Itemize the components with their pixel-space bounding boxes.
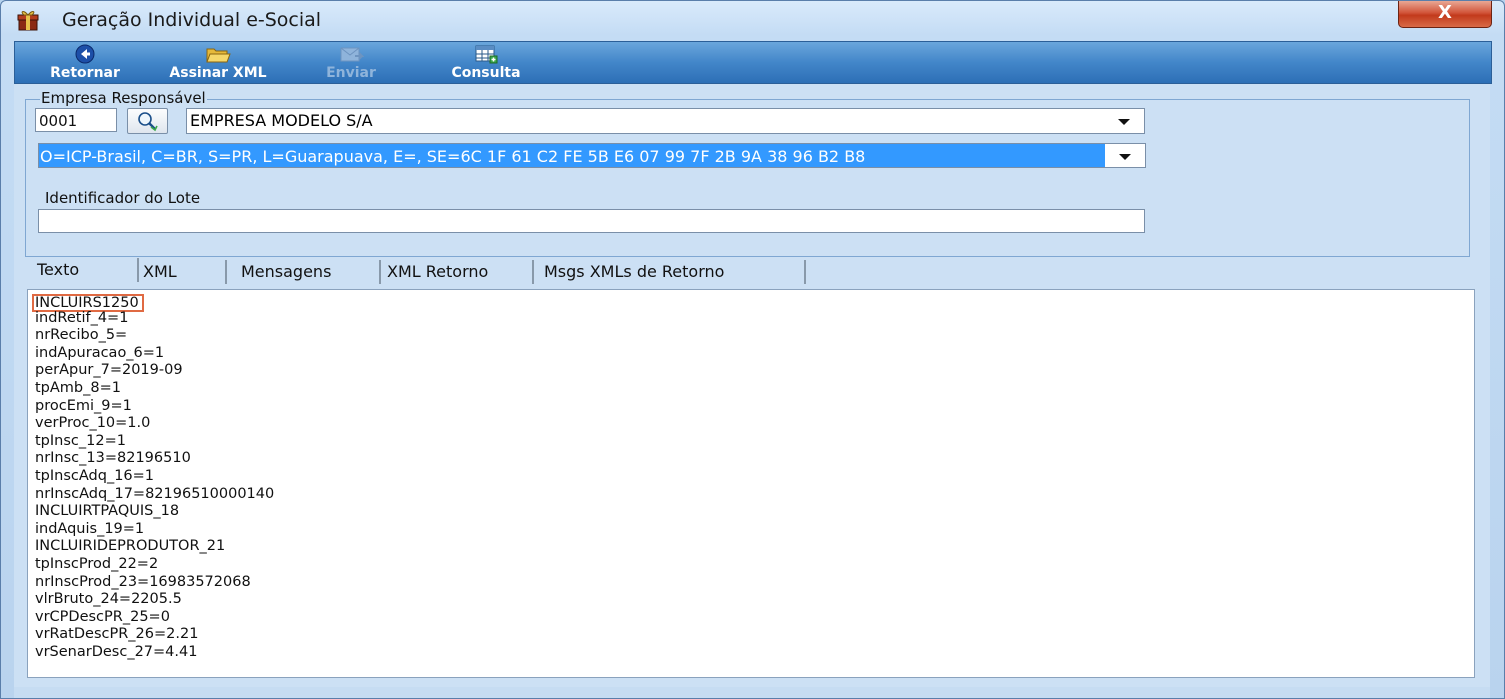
editor-line: indRetif_4=1 bbox=[35, 309, 129, 326]
empresa-group-legend: Empresa Responsável bbox=[40, 89, 207, 107]
tab-label: XML Retorno bbox=[387, 262, 489, 281]
tab-label: Texto bbox=[37, 260, 80, 279]
tab-msgs-xmls-retorno[interactable]: Msgs XMLs de Retorno bbox=[536, 260, 806, 284]
consulta-button[interactable]: Consulta bbox=[440, 44, 532, 82]
tab-label: Mensagens bbox=[241, 262, 332, 281]
editor-line: nrInscAdq_17=82196510000140 bbox=[35, 485, 275, 502]
chevron-down-icon[interactable] bbox=[1106, 109, 1144, 133]
certificate-select[interactable]: O=ICP-Brasil, C=BR, S=PR, L=Guarapuava, … bbox=[38, 143, 1146, 168]
editor-line: nrInsc_13=82196510 bbox=[35, 450, 191, 467]
tab-xml[interactable]: XML bbox=[137, 260, 227, 284]
lote-label: Identificador do Lote bbox=[45, 189, 201, 207]
editor-line: tpInsc_12=1 bbox=[35, 432, 126, 449]
consulta-label: Consulta bbox=[451, 65, 521, 81]
editor-line: verProc_10=1.0 bbox=[35, 415, 151, 432]
close-button[interactable]: X bbox=[1398, 1, 1492, 28]
retornar-button[interactable]: Retornar bbox=[37, 44, 133, 82]
main-window: Geração Individual e-Social X Retornar A… bbox=[0, 0, 1505, 699]
title-bar[interactable]: Geração Individual e-Social X bbox=[1, 1, 1504, 39]
editor-line: vrRatDescPR_26=2.21 bbox=[35, 626, 199, 643]
close-icon: X bbox=[1438, 2, 1452, 23]
editor-line: INCLUIRTPAQUIS_18 bbox=[35, 503, 180, 520]
tab-texto[interactable]: Texto bbox=[33, 258, 139, 282]
group-border bbox=[25, 99, 1469, 100]
chevron-down-icon[interactable] bbox=[1107, 144, 1145, 167]
toolbar: Retornar Assinar XML Enviar Consulta bbox=[14, 41, 1492, 84]
tab-xml-retorno[interactable]: XML Retorno bbox=[380, 260, 534, 284]
assinar-xml-button[interactable]: Assinar XML bbox=[155, 44, 281, 82]
editor-line: nrRecibo_5= bbox=[35, 327, 128, 344]
editor-line: indAquis_19=1 bbox=[35, 520, 145, 537]
gift-box-icon bbox=[17, 9, 39, 31]
tab-label: Msgs XMLs de Retorno bbox=[544, 262, 725, 281]
back-arrow-icon bbox=[75, 44, 95, 64]
tab-mensagens[interactable]: Mensagens bbox=[230, 260, 381, 284]
editor-line: tpAmb_8=1 bbox=[35, 379, 121, 396]
enviar-label: Enviar bbox=[326, 65, 376, 81]
editor-line: INCLUIRIDEPRODUTOR_21 bbox=[35, 538, 226, 555]
editor-line-wrap: INCLUIRS1250 bbox=[28, 292, 1474, 312]
assinar-xml-label: Assinar XML bbox=[169, 65, 267, 81]
group-border bbox=[25, 99, 26, 256]
magnifier-icon bbox=[138, 112, 158, 132]
text-editor[interactable]: INCLUIRS1250 indRetif_4=1 nrRecibo_5= in… bbox=[27, 289, 1475, 678]
group-border bbox=[1469, 99, 1470, 256]
enviar-button[interactable]: Enviar bbox=[311, 44, 391, 82]
editor-line: indApuracao_6=1 bbox=[35, 344, 165, 361]
content-panel: Empresa Responsável 0001 EMPRESA MODELO … bbox=[14, 84, 1490, 694]
company-search-button[interactable] bbox=[127, 108, 168, 134]
group-border bbox=[25, 256, 1470, 257]
certificate-value: O=ICP-Brasil, C=BR, S=PR, L=Guarapuava, … bbox=[39, 144, 1105, 167]
editor-line: vrSenarDesc_27=4.41 bbox=[35, 643, 198, 660]
open-folder-icon bbox=[206, 48, 231, 63]
company-select[interactable]: EMPRESA MODELO S/A bbox=[186, 108, 1145, 134]
grid-search-icon bbox=[475, 45, 498, 64]
send-icon bbox=[340, 47, 364, 62]
company-name: EMPRESA MODELO S/A bbox=[190, 111, 373, 130]
lote-input[interactable] bbox=[38, 209, 1145, 233]
editor-line: perApur_7=2019-09 bbox=[35, 362, 183, 379]
company-code-input[interactable]: 0001 bbox=[35, 108, 117, 132]
editor-line: nrInscProd_23=16983572068 bbox=[35, 573, 251, 590]
retornar-label: Retornar bbox=[50, 65, 120, 81]
tab-label: XML bbox=[143, 262, 177, 281]
editor-line: procEmi_9=1 bbox=[35, 397, 132, 414]
editor-line: tpInscAdq_16=1 bbox=[35, 467, 155, 484]
editor-line: vrCPDescPR_25=0 bbox=[35, 608, 170, 625]
editor-line: vlrBruto_24=2205.5 bbox=[35, 591, 182, 608]
window-title: Geração Individual e-Social bbox=[62, 9, 322, 31]
editor-line: tpInscProd_22=2 bbox=[35, 555, 159, 572]
status-bar bbox=[14, 687, 1490, 698]
